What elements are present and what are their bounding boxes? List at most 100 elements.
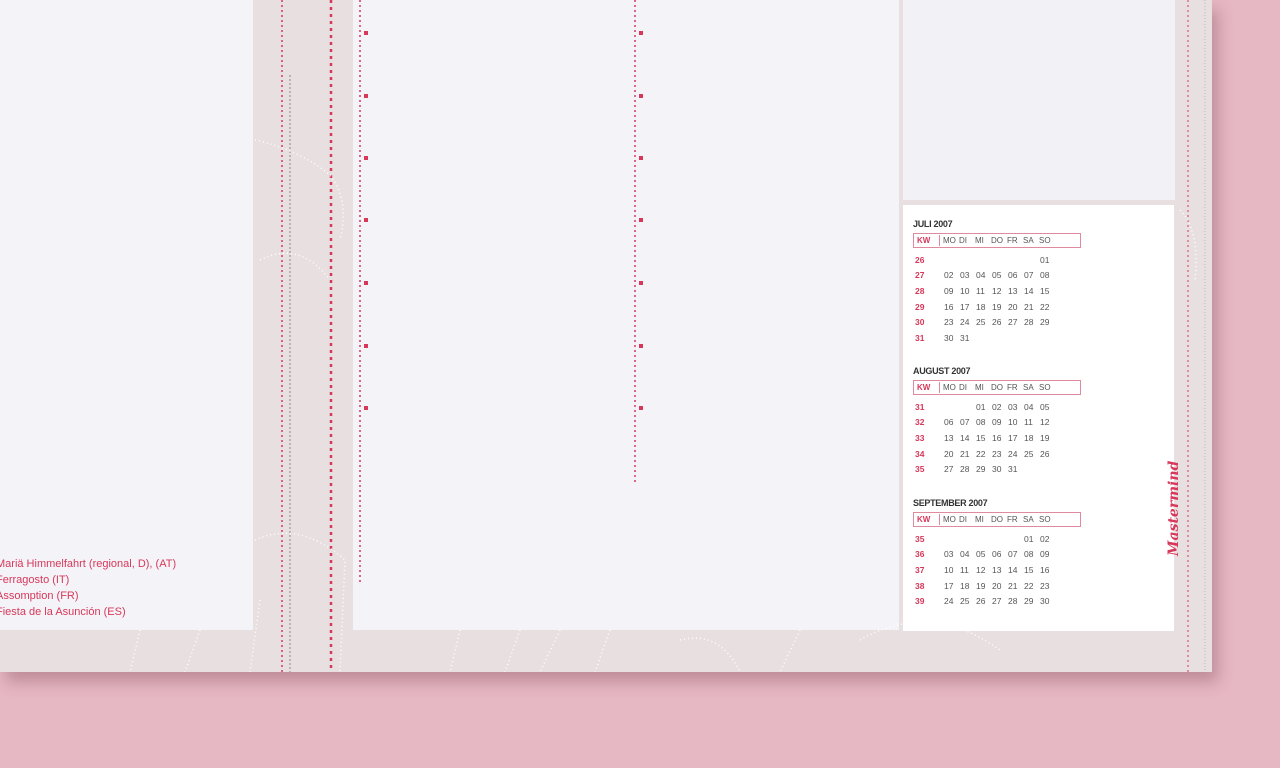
weekday-label: DO xyxy=(991,236,1003,245)
week-row: 35 27 28 29 30 31 xyxy=(913,461,1088,477)
month-calendar: SEPTEMBER 2007 KW MO DI MI DO FR SA SO 35 01 02 36 03… xyxy=(913,497,1088,609)
week-row: 33 13 14 15 16 17 18 19 xyxy=(913,430,1088,446)
day-cell: 28 xyxy=(1008,596,1018,607)
day-cell: 17 xyxy=(960,301,970,312)
day-cell: 16 xyxy=(1040,564,1050,575)
day-cell: 23 xyxy=(992,448,1002,459)
month-calendar: AUGUST 2007 KW MO DI MI DO FR SA SO 31 01 02 03 04 05 3… xyxy=(913,365,1088,477)
day-cell: 14 xyxy=(1008,564,1018,575)
weekday-label: MO xyxy=(943,515,956,524)
day-cell: 03 xyxy=(1008,401,1018,412)
weekday-label: SO xyxy=(1039,383,1051,392)
day-cell: 31 xyxy=(960,332,970,343)
day-cell: 11 xyxy=(960,564,969,575)
day-cell: 05 xyxy=(976,549,986,560)
day-cell: 18 xyxy=(960,580,970,591)
day-cell: 27 xyxy=(1008,317,1018,328)
day-cell: 01 xyxy=(1024,533,1034,544)
day-cell: 24 xyxy=(1008,448,1018,459)
day-cell: 14 xyxy=(1024,285,1034,296)
day-cell: 24 xyxy=(944,596,954,607)
week-row: 38 17 18 19 20 21 22 23 xyxy=(913,578,1088,594)
day-cell: 02 xyxy=(944,270,954,281)
day-cell: 08 xyxy=(976,417,986,428)
day-cell: 16 xyxy=(992,432,1002,443)
day-cell: 12 xyxy=(1040,417,1050,428)
day-cell: 19 xyxy=(1040,432,1050,443)
week-number: 29 xyxy=(915,301,925,312)
day-cell: 18 xyxy=(1024,432,1034,443)
day-cell: 23 xyxy=(944,317,954,328)
day-cell: 02 xyxy=(1040,533,1050,544)
day-cell: 13 xyxy=(944,432,954,443)
day-cell: 24 xyxy=(960,317,970,328)
holiday-item: Assomption (FR) xyxy=(0,590,79,602)
month-title: AUGUST 2007 xyxy=(913,366,971,376)
week-number-header: KW xyxy=(917,383,931,392)
day-cell: 16 xyxy=(944,301,954,312)
day-cell: 26 xyxy=(992,317,1002,328)
day-cell: 12 xyxy=(976,564,986,575)
week-row: 31 30 31 xyxy=(913,330,1088,346)
day-cell: 29 xyxy=(1040,317,1050,328)
week-row: 26 01 xyxy=(913,252,1088,268)
weekday-label: SO xyxy=(1039,236,1051,245)
day-cell: 17 xyxy=(1008,432,1018,443)
day-cell: 21 xyxy=(960,448,970,459)
weekday-label: DI xyxy=(959,515,967,524)
day-cell: 13 xyxy=(992,564,1002,575)
weekday-label: MI xyxy=(975,383,984,392)
week-number: 31 xyxy=(915,332,925,343)
day-cell: 09 xyxy=(992,417,1002,428)
week-row: 36 03 04 05 06 07 08 09 xyxy=(913,547,1088,563)
brand-logo: Mastermind xyxy=(1166,460,1182,556)
week-row: 37 10 11 12 13 14 15 16 xyxy=(913,562,1088,578)
week-number: 36 xyxy=(915,549,925,560)
day-cell: 28 xyxy=(1024,317,1034,328)
day-cell: 15 xyxy=(1024,564,1034,575)
weekday-header: KW MO DI MI DO FR SA SO xyxy=(913,233,1081,248)
day-cell: 10 xyxy=(944,564,954,575)
day-cell: 04 xyxy=(960,549,970,560)
day-cell: 04 xyxy=(1024,401,1034,412)
week-row: 30 23 24 25 26 27 28 29 xyxy=(913,314,1088,330)
day-cell: 21 xyxy=(1024,301,1034,312)
day-cell: 18 xyxy=(976,301,986,312)
holiday-item: Mariä Himmelfahrt (regional, D), (AT) xyxy=(0,558,177,570)
day-cell: 05 xyxy=(992,270,1002,281)
weekday-label: MI xyxy=(975,515,984,524)
day-cell: 12 xyxy=(992,285,1002,296)
day-cell: 01 xyxy=(976,401,986,412)
week-number: 37 xyxy=(915,564,925,575)
week-number: 30 xyxy=(915,317,925,328)
week-number: 27 xyxy=(915,270,925,281)
day-cell: 13 xyxy=(1008,285,1018,296)
day-cell: 08 xyxy=(1040,270,1050,281)
planner-page: Mariä Himmelfahrt (regional, D), (AT) Fe… xyxy=(0,0,1212,672)
week-number: 32 xyxy=(915,417,925,428)
day-cell: 03 xyxy=(944,549,954,560)
day-cell: 04 xyxy=(976,270,986,281)
weekday-label: MI xyxy=(975,236,984,245)
week-number: 35 xyxy=(915,533,925,544)
week-number: 33 xyxy=(915,432,925,443)
day-cell: 25 xyxy=(960,596,970,607)
day-cell: 15 xyxy=(1040,285,1050,296)
month-title: SEPTEMBER 2007 xyxy=(913,498,988,508)
week-rows: 35 01 02 36 03 04 05 06 07 08 09 37 10 11 12 13 14 15 16 38… xyxy=(913,531,1088,609)
week-row: 35 01 02 xyxy=(913,531,1088,547)
day-cell: 02 xyxy=(992,401,1002,412)
weekday-header: KW MO DI MI DO FR SA SO xyxy=(913,380,1081,395)
day-cell: 17 xyxy=(944,580,954,591)
day-cell: 10 xyxy=(1008,417,1018,428)
month-title: JULI 2007 xyxy=(913,219,953,229)
day-cell: 01 xyxy=(1040,254,1050,265)
weekday-label: SA xyxy=(1023,515,1034,524)
day-cell: 27 xyxy=(944,464,954,475)
day-cell: 26 xyxy=(1040,448,1050,459)
holiday-item: Fiesta de la Asunción (ES) xyxy=(0,606,126,618)
week-number: 39 xyxy=(915,596,925,607)
weekday-header: KW MO DI MI DO FR SA SO xyxy=(913,512,1081,527)
day-cell: 29 xyxy=(1024,596,1034,607)
weekday-label: FR xyxy=(1007,236,1018,245)
